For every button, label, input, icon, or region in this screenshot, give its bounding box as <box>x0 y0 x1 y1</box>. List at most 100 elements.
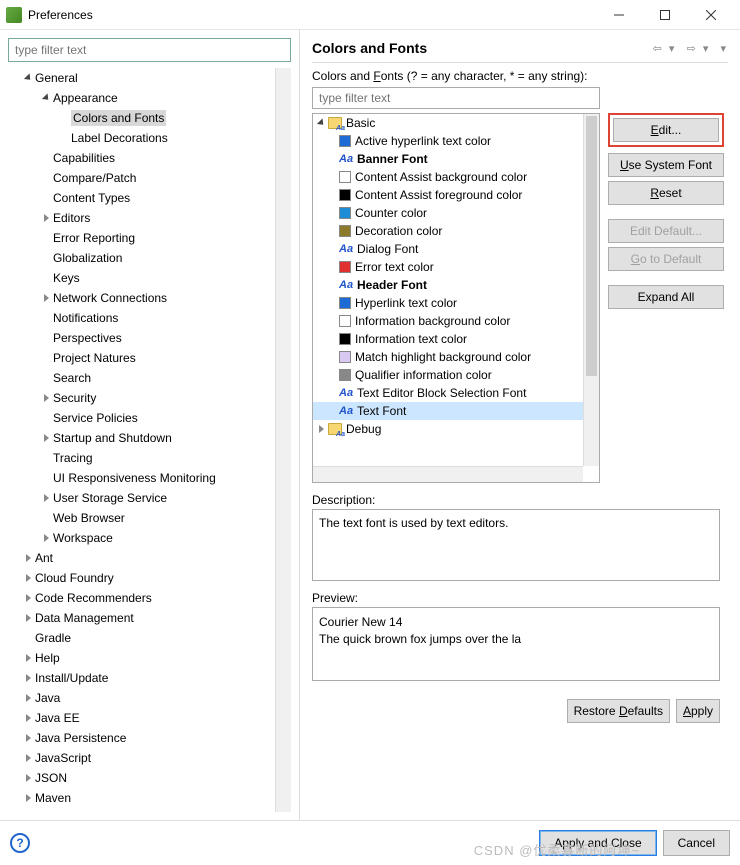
list-item[interactable]: Active hyperlink text color <box>313 132 599 150</box>
description-box: The text font is used by text editors. <box>312 509 720 581</box>
category-tree[interactable]: GeneralAppearanceColors and FontsLabel D… <box>8 68 291 812</box>
tree-item[interactable]: Error Reporting <box>8 228 291 248</box>
list-item[interactable]: AaDialog Font <box>313 240 599 258</box>
tree-item[interactable]: Network Connections <box>8 288 291 308</box>
page-heading: Colors and Fonts <box>312 40 653 56</box>
list-item[interactable]: AaHeader Font <box>313 276 599 294</box>
tree-item[interactable]: JSON <box>8 768 291 788</box>
tree-item[interactable]: Search <box>8 368 291 388</box>
help-icon[interactable]: ? <box>10 833 30 853</box>
nav-arrows[interactable]: ⇦ ▾ ⇨ ▾ ▾ <box>653 42 728 55</box>
color-swatch-icon <box>339 189 351 201</box>
color-swatch-icon <box>339 297 351 309</box>
scrollbar-vertical[interactable] <box>275 68 291 812</box>
restore-defaults-button[interactable]: Restore Defaults <box>567 699 670 723</box>
footer: ? Apply and Close Cancel <box>0 820 740 864</box>
tree-item[interactable]: Capabilities <box>8 148 291 168</box>
tree-item[interactable]: Editors <box>8 208 291 228</box>
folder-icon <box>328 117 342 129</box>
tree-item[interactable]: User Storage Service <box>8 488 291 508</box>
tree-item[interactable]: Perspectives <box>8 328 291 348</box>
preview-label: Preview: <box>312 591 728 605</box>
color-swatch-icon <box>339 369 351 381</box>
list-scrollbar-v[interactable] <box>583 114 599 466</box>
minimize-button[interactable] <box>596 0 642 30</box>
tree-item[interactable]: Help <box>8 648 291 668</box>
tree-item[interactable]: Java <box>8 688 291 708</box>
tree-item[interactable]: Maven <box>8 788 291 808</box>
list-item[interactable]: Basic <box>313 114 599 132</box>
list-scrollbar-h[interactable] <box>313 466 583 482</box>
list-item[interactable]: Debug <box>313 420 599 438</box>
tree-item[interactable]: Colors and Fonts <box>8 108 291 128</box>
color-swatch-icon <box>339 333 351 345</box>
list-item[interactable]: Hyperlink text color <box>313 294 599 312</box>
color-swatch-icon <box>339 315 351 327</box>
tree-item[interactable]: Keys <box>8 268 291 288</box>
tree-item[interactable]: Globalization <box>8 248 291 268</box>
tree-item[interactable]: Project Natures <box>8 348 291 368</box>
tree-item[interactable]: Notifications <box>8 308 291 328</box>
colors-fonts-filter[interactable] <box>312 87 600 109</box>
font-icon: Aa <box>339 243 353 255</box>
edit-highlight: Edit... <box>608 113 724 147</box>
go-to-default-button: Go to Default <box>608 247 724 271</box>
list-item[interactable]: Match highlight background color <box>313 348 599 366</box>
tree-item[interactable]: UI Responsiveness Monitoring <box>8 468 291 488</box>
list-item[interactable]: AaBanner Font <box>313 150 599 168</box>
color-swatch-icon <box>339 225 351 237</box>
list-item[interactable]: Error text color <box>313 258 599 276</box>
tree-item[interactable]: Java EE <box>8 708 291 728</box>
list-item[interactable]: AaText Font <box>313 402 599 420</box>
tree-item[interactable]: Install/Update <box>8 668 291 688</box>
colors-fonts-list[interactable]: BasicActive hyperlink text colorAaBanner… <box>312 113 600 483</box>
tree-item[interactable]: Tracing <box>8 448 291 468</box>
tree-item[interactable]: Ant <box>8 548 291 568</box>
filter-input[interactable] <box>8 38 291 62</box>
list-item[interactable]: Counter color <box>313 204 599 222</box>
font-icon: Aa <box>339 279 353 291</box>
color-swatch-icon <box>339 171 351 183</box>
tree-item[interactable]: Appearance <box>8 88 291 108</box>
apply-button[interactable]: Apply <box>676 699 720 723</box>
list-item[interactable]: Information background color <box>313 312 599 330</box>
right-pane: Colors and Fonts ⇦ ▾ ⇨ ▾ ▾ Colors and Fo… <box>300 30 740 820</box>
font-icon: Aa <box>339 387 353 399</box>
tree-item[interactable]: Content Types <box>8 188 291 208</box>
tree-item[interactable]: Startup and Shutdown <box>8 428 291 448</box>
tree-item[interactable]: Compare/Patch <box>8 168 291 188</box>
reset-button[interactable]: Reset <box>608 181 724 205</box>
list-item[interactable]: Content Assist background color <box>313 168 599 186</box>
list-item[interactable]: Content Assist foreground color <box>313 186 599 204</box>
color-swatch-icon <box>339 207 351 219</box>
tree-item[interactable]: JavaScript <box>8 748 291 768</box>
tree-item[interactable]: Java Persistence <box>8 728 291 748</box>
tree-item[interactable]: Cloud Foundry <box>8 568 291 588</box>
edit-button[interactable]: Edit... <box>613 118 719 142</box>
apply-and-close-button[interactable]: Apply and Close <box>539 830 656 856</box>
tree-item[interactable]: Web Browser <box>8 508 291 528</box>
tree-item[interactable]: Gradle <box>8 628 291 648</box>
tree-item[interactable]: Code Recommenders <box>8 588 291 608</box>
tree-item[interactable]: Service Policies <box>8 408 291 428</box>
list-item[interactable]: Decoration color <box>313 222 599 240</box>
tree-item[interactable]: Workspace <box>8 528 291 548</box>
cancel-button[interactable]: Cancel <box>663 830 730 856</box>
use-system-font-button[interactable]: Use System Font <box>608 153 724 177</box>
color-swatch-icon <box>339 135 351 147</box>
list-item[interactable]: Information text color <box>313 330 599 348</box>
expand-all-button[interactable]: Expand All <box>608 285 724 309</box>
maximize-button[interactable] <box>642 0 688 30</box>
close-button[interactable] <box>688 0 734 30</box>
folder-icon <box>328 423 342 435</box>
font-icon: Aa <box>339 405 353 417</box>
tree-item[interactable]: General <box>8 68 291 88</box>
color-swatch-icon <box>339 261 351 273</box>
list-item[interactable]: AaText Editor Block Selection Font <box>313 384 599 402</box>
tree-item[interactable]: Security <box>8 388 291 408</box>
list-item[interactable]: Qualifier information color <box>313 366 599 384</box>
tree-item[interactable]: Label Decorations <box>8 128 291 148</box>
titlebar: Preferences <box>0 0 740 30</box>
tree-item[interactable]: Data Management <box>8 608 291 628</box>
description-label: Description: <box>312 493 728 507</box>
